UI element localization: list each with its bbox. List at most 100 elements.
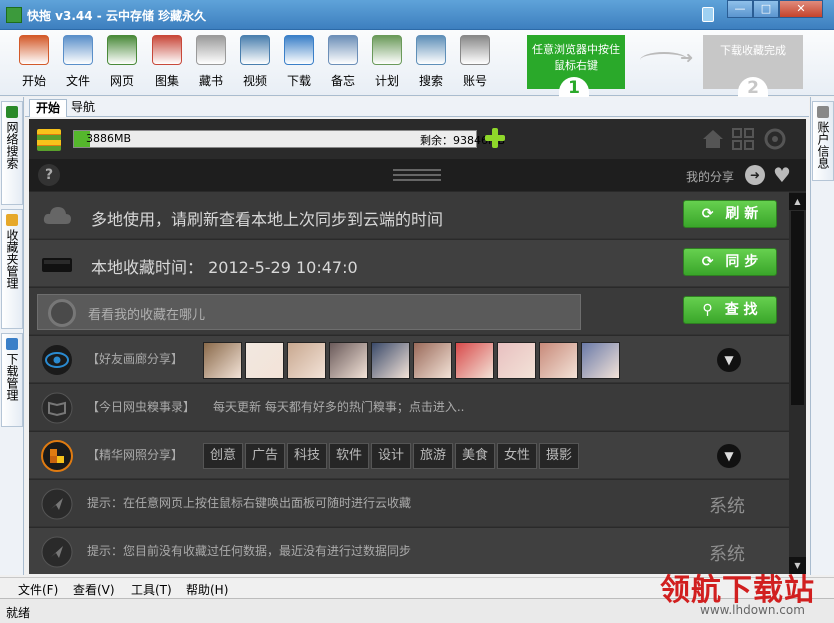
- help-icon[interactable]: ?: [38, 164, 60, 186]
- jokes-row: 【今日网虫糗事录】 每天更新 每天都有好多的热门糗事；点击进入..: [29, 383, 789, 430]
- photo-tag[interactable]: 设计: [371, 443, 411, 469]
- search-input[interactable]: 看看我的收藏在哪儿: [37, 294, 581, 330]
- photo-expand-icon[interactable]: ▼: [717, 444, 741, 468]
- side-tab-left-label: 网络搜索: [5, 121, 19, 169]
- toolbar-button-9[interactable]: 搜索: [411, 35, 451, 89]
- book-icon: [196, 35, 226, 65]
- close-button[interactable]: ✕: [779, 0, 823, 18]
- toolbar-button-10[interactable]: 账号: [455, 35, 495, 89]
- side-tab-right-label: 账户信息: [816, 121, 830, 169]
- gallery-thumbnail[interactable]: [413, 342, 452, 379]
- photo-tag[interactable]: 软件: [329, 443, 369, 469]
- toolbar-button-8[interactable]: 计划: [367, 35, 407, 89]
- scroll-up-icon[interactable]: ▲: [789, 193, 806, 210]
- toolbar-button-0[interactable]: 开始: [14, 35, 54, 89]
- toolbar-button-label: 账号: [462, 74, 487, 88]
- gallery-thumbnail[interactable]: [203, 342, 242, 379]
- photo-tag[interactable]: 广告: [245, 443, 285, 469]
- webpage-icon: [107, 35, 137, 65]
- gallery-icon: [152, 35, 182, 65]
- share-arrow-icon[interactable]: ➜: [745, 165, 765, 185]
- toolbar-button-label: 计划: [374, 74, 399, 88]
- side-tab-left-0[interactable]: 网络搜索: [1, 101, 23, 205]
- tip-step-2-text: 下载收藏完成: [720, 44, 786, 57]
- toolbar-button-7[interactable]: 备忘: [323, 35, 363, 89]
- tab-navigation[interactable]: 导航: [65, 99, 101, 117]
- vertical-scrollbar[interactable]: ▲ ▼: [789, 191, 806, 574]
- side-tab-left-label: 下载管理: [5, 353, 19, 401]
- tip-2-source: 系统: [709, 544, 745, 565]
- menu-tools[interactable]: 工具(T): [131, 581, 172, 598]
- photo-share-row: 【精华网照分享】 ▼ 创意 广告 科技 软件 设计 旅游 美食 女性 摄影: [29, 431, 789, 478]
- tip-1-text: 提示：在任意网页上按住鼠标右键唤出面板可随时进行云收藏: [87, 496, 412, 510]
- settings-icon[interactable]: [763, 127, 787, 151]
- menu-view[interactable]: 查看(V): [73, 581, 115, 598]
- toolbar-button-label: 备忘: [330, 74, 355, 88]
- gallery-thumbnail[interactable]: [497, 342, 536, 379]
- sync-button-label: 同 步: [725, 254, 759, 270]
- gallery-thumbnail[interactable]: [371, 342, 410, 379]
- jokes-text[interactable]: 每天更新 每天都有好多的热门糗事；点击进入..: [213, 398, 464, 415]
- menu-file[interactable]: 文件(F): [18, 581, 58, 598]
- scroll-thumb[interactable]: [791, 211, 804, 405]
- search-row: 看看我的收藏在哪儿 ⚲ 查 找: [29, 287, 789, 334]
- right-side-panel: 账户信息: [810, 97, 834, 575]
- side-tab-left-2[interactable]: 下载管理: [1, 333, 23, 427]
- gallery-thumbnail[interactable]: [287, 342, 326, 379]
- tip-2-text: 提示：您目前没有收藏过任何数据，最近没有进行过数据同步: [87, 544, 412, 558]
- photo-tag[interactable]: 美食: [455, 443, 495, 469]
- toolbar-button-6[interactable]: 下载: [279, 35, 319, 89]
- photo-tag[interactable]: 科技: [287, 443, 327, 469]
- refresh-button[interactable]: ⟳ 刷 新: [683, 200, 777, 228]
- drag-handle-icon[interactable]: [393, 169, 441, 181]
- toolbar-button-label: 文件: [65, 74, 90, 88]
- status-text: 就绪: [6, 606, 31, 620]
- main-panel: 3886MB 剩余：93846MB ? 我的分享 ➜ ♥ 多地使用，请刷新查看本…: [29, 119, 806, 574]
- trash-icon[interactable]: [702, 7, 714, 22]
- hard-drive-icon: [42, 258, 72, 272]
- magnifier-icon: [416, 35, 446, 65]
- side-tab-right-0[interactable]: 账户信息: [812, 101, 834, 181]
- calendar-icon: [328, 35, 358, 65]
- toolbar-button-1[interactable]: 文件: [58, 35, 98, 89]
- find-button[interactable]: ⚲ 查 找: [683, 296, 777, 324]
- my-share-label[interactable]: 我的分享: [686, 168, 734, 185]
- storage-progress: 3886MB 剩余：93846MB: [73, 130, 505, 148]
- toolbar-button-3[interactable]: 图集: [147, 35, 187, 89]
- heart-icon[interactable]: ♥: [773, 164, 795, 186]
- side-tab-left-1[interactable]: 收藏夹管理: [1, 209, 23, 329]
- photo-tag[interactable]: 女性: [497, 443, 537, 469]
- gallery-expand-icon[interactable]: ▼: [717, 348, 741, 372]
- cloud-sync-row: 多地使用，请刷新查看本地上次同步到云端的时间 ⟳ 刷 新: [29, 191, 789, 238]
- home-icon[interactable]: [701, 127, 725, 151]
- toolbar-button-label: 下载: [286, 74, 311, 88]
- gallery-thumbnail[interactable]: [539, 342, 578, 379]
- minimize-button[interactable]: —: [727, 0, 753, 18]
- watermark-url: www.lhdown.com: [700, 603, 805, 617]
- photo-tag[interactable]: 旅游: [413, 443, 453, 469]
- cloud-icon: [43, 207, 71, 224]
- tip-step-1: 任意浏览器中按住鼠标右键 1: [527, 35, 625, 99]
- toolbar-button-4[interactable]: 藏书: [191, 35, 231, 89]
- tab-start[interactable]: 开始: [29, 99, 68, 117]
- tab-strip: 开始 导航: [25, 97, 809, 117]
- toolbar-button-5[interactable]: 视频: [235, 35, 275, 89]
- download-icon: [284, 35, 314, 65]
- gallery-thumbnail[interactable]: [455, 342, 494, 379]
- tip-arrow-icon: ➜: [680, 48, 694, 67]
- photo-tag[interactable]: 摄影: [539, 443, 579, 469]
- gallery-thumbnail[interactable]: [329, 342, 368, 379]
- gallery-thumbnail[interactable]: [581, 342, 620, 379]
- local-time-text: 本地收藏时间： 2012-5-29 10:47:0: [91, 258, 358, 277]
- menu-help[interactable]: 帮助(H): [186, 581, 228, 598]
- maximize-button[interactable]: □: [753, 0, 779, 18]
- photo-tag[interactable]: 创意: [203, 443, 243, 469]
- sync-button[interactable]: ⟳ 同 步: [683, 248, 777, 276]
- storage-bar-area: 3886MB 剩余：93846MB: [29, 119, 806, 159]
- grid-icon[interactable]: [731, 127, 755, 151]
- toolbar-button-2[interactable]: 网页: [102, 35, 142, 89]
- gallery-thumbnail[interactable]: [245, 342, 284, 379]
- add-storage-icon[interactable]: [485, 128, 505, 148]
- toolbar-button-label: 网页: [109, 74, 134, 88]
- tip-step-2-number: 2: [738, 77, 768, 99]
